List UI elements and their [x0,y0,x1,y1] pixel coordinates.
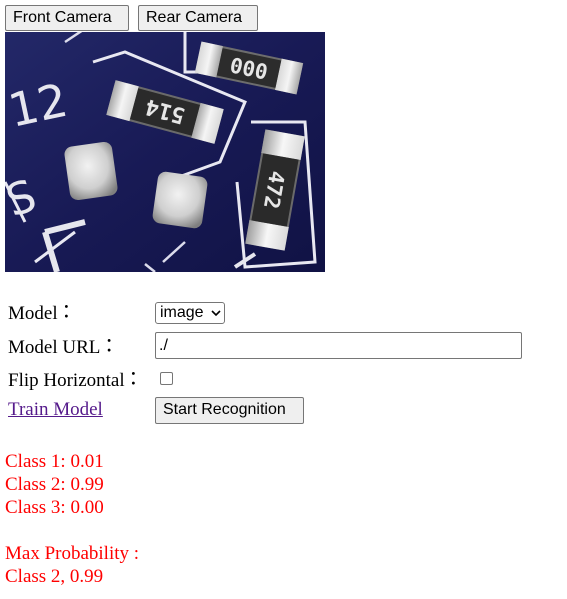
rear-camera-button[interactable]: Rear Camera [138,5,258,31]
flip-horizontal-label-text: Flip Horizontal [8,370,125,391]
model-url-input[interactable]: ./ [155,332,522,359]
max-probability-label: Max Probability : [5,543,140,564]
camera-preview-image: 000 514 472 12 S [5,32,325,272]
train-model-link[interactable]: Train Model [8,399,103,421]
class-2-result: Class 2: 0.99 [5,474,104,495]
flip-horizontal-label-colon: ： [128,368,148,389]
class-1-result: Class 1: 0.01 [5,451,104,472]
model-select[interactable]: image [155,302,225,324]
start-recognition-button[interactable]: Start Recognition [155,397,304,424]
flip-horizontal-label: Flip Horizontal： [8,368,148,392]
class-3-result: Class 3: 0.00 [5,497,104,518]
model-url-value: ./ [159,337,168,354]
flip-horizontal-checkbox[interactable] [160,372,173,385]
chevron-down-icon [211,310,221,317]
max-probability-value: Class 2, 0.99 [5,566,104,587]
model-url-label: Model URL： [8,335,124,359]
model-label-colon: ： [61,301,81,322]
model-label: Model： [8,301,81,325]
model-select-value: image [160,304,204,321]
model-label-text: Model [8,303,58,324]
front-camera-button[interactable]: Front Camera [5,5,129,31]
model-url-label-colon: ： [104,335,124,356]
model-url-label-text: Model URL [8,337,101,358]
